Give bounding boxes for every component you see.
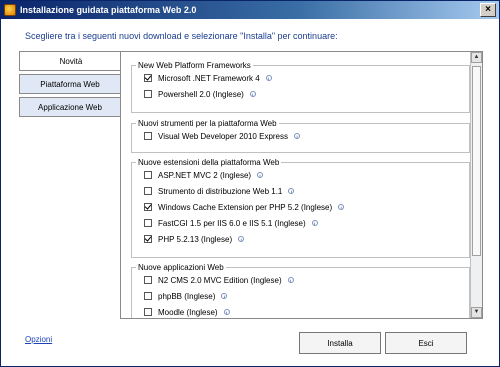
info-icon[interactable]: i [249,91,256,97]
group-title: Nuovi strumenti per la piattaforma Web [138,119,277,128]
group-new-applications: Nuove applicazioni Web N2 CMS 2.0 MVC Ed… [131,263,470,318]
tab-applicazione-web[interactable]: Applicazione Web [19,97,121,117]
checkbox[interactable] [144,235,152,243]
product-label: FastCGI 1.5 per IIS 6.0 e IIS 5.1 (Ingle… [158,218,306,228]
scroll-thumb[interactable] [472,66,481,256]
options-link[interactable]: Opzioni [25,335,52,344]
info-icon[interactable]: i [287,277,294,283]
product-item[interactable]: Moodle (Inglese) i [144,304,469,318]
products-panel: New Web Platform Frameworks Microsoft .N… [120,51,483,319]
product-label: Powershell 2.0 (Inglese) [158,89,244,99]
info-icon[interactable]: i [238,236,245,242]
product-label: Microsoft .NET Framework 4 [158,73,260,83]
installer-window: Installazione guidata piattaforma Web 2.… [0,0,500,367]
info-icon[interactable]: i [311,220,318,226]
product-item[interactable]: ASP.NET MVC 2 (Inglese) i [144,167,469,183]
product-label: ASP.NET MVC 2 (Inglese) [158,170,252,180]
checkbox[interactable] [144,219,152,227]
checkbox[interactable] [144,308,152,316]
checkbox[interactable] [144,292,152,300]
group-new-frameworks: New Web Platform Frameworks Microsoft .N… [131,61,470,113]
product-item[interactable]: phpBB (Inglese) i [144,288,469,304]
tab-novita[interactable]: Novità [19,51,122,71]
close-button[interactable]: × [480,3,496,17]
exit-button[interactable]: Esci [385,332,467,354]
product-label: N2 CMS 2.0 MVC Edition (Inglese) [158,275,282,285]
product-item[interactable]: PHP 5.2.13 (Inglese) i [144,231,469,247]
product-item[interactable]: Windows Cache Extension per PHP 5.2 (Ing… [144,199,469,215]
checkbox[interactable] [144,203,152,211]
group-title: New Web Platform Frameworks [138,61,251,70]
web-platform-app-icon [4,4,16,16]
window-title: Installazione guidata piattaforma Web 2.… [20,5,197,15]
product-label: Visual Web Developer 2010 Express [158,131,288,141]
product-item[interactable]: Strumento di distribuzione Web 1.1 i [144,183,469,199]
products-list: New Web Platform Frameworks Microsoft .N… [121,52,471,318]
group-new-tools: Nuovi strumenti per la piattaforma Web V… [131,119,470,153]
product-item[interactable]: Powershell 2.0 (Inglese) i [144,86,469,102]
info-icon[interactable]: i [221,293,228,299]
title-bar[interactable]: Installazione guidata piattaforma Web 2.… [1,1,499,19]
scroll-down-arrow-icon[interactable]: ▼ [471,307,482,318]
info-icon[interactable]: i [265,75,272,81]
group-title: Nuove estensioni della piattaforma Web [138,158,280,167]
checkbox[interactable] [144,90,152,98]
info-icon[interactable]: i [294,133,300,139]
product-label: Windows Cache Extension per PHP 5.2 (Ing… [158,202,333,212]
tab-piattaforma-web[interactable]: Piattaforma Web [19,74,121,94]
product-item[interactable]: Microsoft .NET Framework 4 i [144,70,469,86]
product-item[interactable]: N2 CMS 2.0 MVC Edition (Inglese) i [144,272,469,288]
info-icon[interactable]: i [288,188,295,194]
product-label: PHP 5.2.13 (Inglese) [158,234,233,244]
install-button[interactable]: Installa [299,332,381,354]
scroll-up-arrow-icon[interactable]: ▲ [471,52,482,63]
info-icon[interactable]: i [223,309,230,315]
checkbox[interactable] [144,132,152,140]
product-label: Moodle (Inglese) [158,307,218,317]
product-item[interactable]: Visual Web Developer 2010 Express i [144,128,469,144]
checkbox[interactable] [144,171,152,179]
category-tabs: Novità Piattaforma Web Applicazione Web [19,51,122,120]
product-label: Strumento di distribuzione Web 1.1 [158,186,283,196]
checkbox[interactable] [144,74,152,82]
group-title: Nuove applicazioni Web [138,263,224,272]
checkbox[interactable] [144,276,152,284]
product-item[interactable]: FastCGI 1.5 per IIS 6.0 e IIS 5.1 (Ingle… [144,215,469,231]
info-icon[interactable]: i [257,172,264,178]
instruction-text: Scegliere tra i seguenti nuovi download … [25,31,338,41]
info-icon[interactable]: i [338,204,345,210]
checkbox[interactable] [144,187,152,195]
group-new-extensions: Nuove estensioni della piattaforma Web A… [131,158,470,258]
vertical-scrollbar[interactable]: ▲ ▼ [470,52,482,318]
product-label: phpBB (Inglese) [158,291,216,301]
